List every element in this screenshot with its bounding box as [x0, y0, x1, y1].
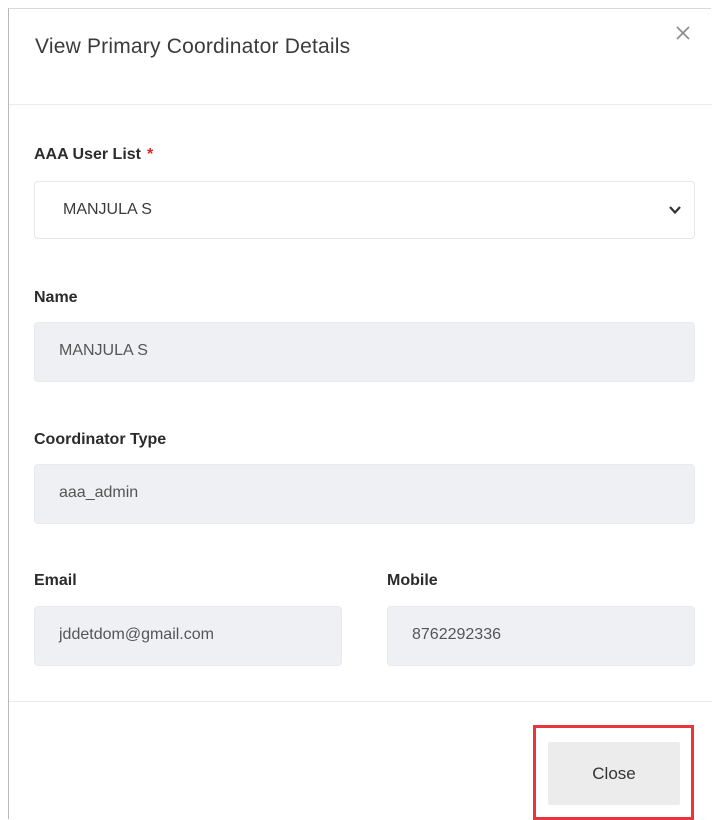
coordinator-type-label: Coordinator Type [34, 431, 167, 448]
email-field: jddetdom@gmail.com [34, 606, 342, 666]
coordinator-type-field: aaa_admin [34, 464, 695, 524]
user-list-label-text: AAA User List [34, 146, 141, 163]
close-icon[interactable] [669, 19, 697, 47]
chevron-down-icon [669, 206, 681, 215]
close-button[interactable]: Close [548, 742, 680, 805]
mobile-label: Mobile [387, 572, 438, 589]
name-field: MANJULA S [34, 322, 695, 382]
view-coordinator-modal: View Primary Coordinator Details AAA Use… [8, 8, 712, 820]
user-list-label: AAA User List * [34, 146, 153, 164]
email-label: Email [34, 572, 77, 589]
footer-divider [9, 701, 712, 702]
name-label: Name [34, 289, 78, 306]
user-list-select[interactable]: MANJULA S [34, 181, 695, 239]
mobile-field: 8762292336 [387, 606, 695, 666]
modal-header: View Primary Coordinator Details [9, 9, 712, 105]
user-list-selected-value: MANJULA S [63, 201, 152, 218]
required-marker: * [146, 146, 154, 163]
modal-title: View Primary Coordinator Details [35, 35, 351, 58]
coordinator-type-value: aaa_admin [59, 484, 139, 501]
name-value: MANJULA S [59, 342, 148, 359]
mobile-value: 8762292336 [412, 626, 501, 643]
email-value: jddetdom@gmail.com [59, 626, 214, 643]
